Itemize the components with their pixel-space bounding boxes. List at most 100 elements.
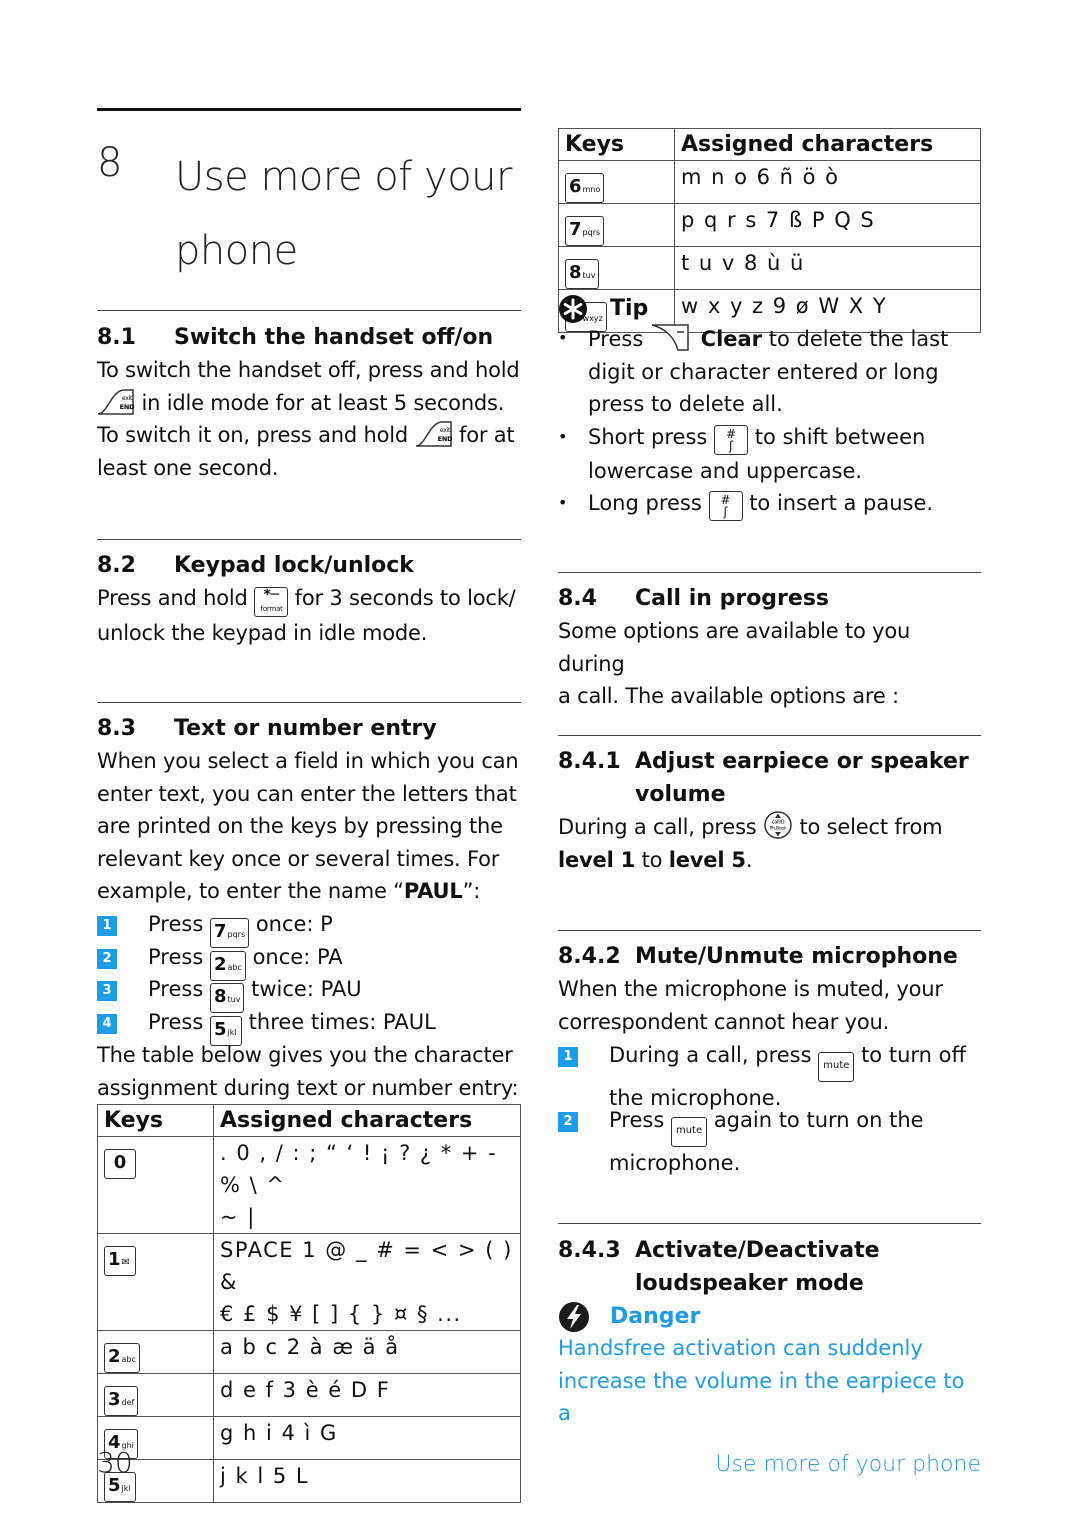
text-line: are printed on the keys by pressing the: [97, 814, 503, 839]
table-row: 0 . 0 , / : ; “ ‘ ! ¡ ? ¿ * + - % \ ^ ~ |: [97, 1136, 521, 1234]
key-letters: pqrs: [582, 228, 601, 237]
section-number: 8.3: [97, 716, 136, 741]
hash-key-icon: # ʃ: [708, 491, 743, 522]
chars-cell: j k l 5 L: [213, 1459, 521, 1503]
chars-cell: t u v 8 ù ü: [674, 246, 981, 290]
section-8-4-1-body: During a call, press callID Ph.Book to s…: [558, 810, 981, 876]
chars-line: . 0 , / : ; “ ‘ ! ¡ ? ¿ * + - % \ ^: [220, 1141, 498, 1197]
text-line: example, to enter the name “PAUL”:: [97, 875, 521, 908]
section-number: 8.4.2: [558, 944, 621, 969]
table-row: 5jkl j k l 5 L: [97, 1459, 521, 1503]
key-letters: jkl: [121, 1484, 131, 1493]
chars-cell: m n o 6 ñ ö ò: [674, 160, 981, 204]
tip-title: Tip: [610, 296, 649, 321]
text-fragment: Press: [148, 977, 204, 1002]
text-fragment: once: PA: [252, 944, 343, 969]
end-key-icon: exit END: [97, 388, 135, 416]
text-fragment: Press: [148, 912, 204, 936]
clear-softkey-icon: [651, 324, 689, 351]
text-fragment: To switch it on, press and hold: [97, 423, 409, 448]
step-item: 2 Press 2abc once: PA: [97, 941, 521, 981]
text-line: When the microphone is muted, your: [558, 977, 943, 1001]
table-row: 3def d e f 3 è é D F: [97, 1373, 521, 1417]
section-rule: [97, 539, 521, 540]
key-digit: 7: [569, 219, 582, 240]
key-digit: 1: [108, 1249, 121, 1270]
key-letters: mno: [582, 185, 601, 194]
text-fragment: .: [745, 847, 753, 872]
step-item: 2 Press mute again to turn on the microph…: [558, 1104, 981, 1175]
table-header-row: Keys Assigned characters: [97, 1104, 521, 1137]
text-fragment: microphone.: [609, 1151, 741, 1176]
key-digit: 7: [213, 921, 227, 942]
key-main-label: *: [263, 587, 271, 603]
column-header-keys: Keys: [97, 1104, 214, 1137]
table-row: 4ghi g h i 4 ì G: [97, 1416, 521, 1460]
footer-section-title: Use more of your phone: [715, 1452, 981, 1477]
text-fragment: again to turn on the: [713, 1108, 924, 1133]
table-intro: The table below gives you the character …: [97, 1039, 521, 1104]
key-sub-label: format: [260, 605, 283, 613]
section-heading-8-4: 8.4 Call in progress: [558, 582, 981, 615]
danger-text: Handsfree activation can suddenly increa…: [558, 1332, 981, 1430]
text-line: Press and hold *─ format for 3 seconds to…: [97, 582, 521, 617]
key-7-icon: 7pqrs: [565, 216, 605, 246]
key-8-icon: 8tuv: [565, 259, 600, 289]
section-title: Keypad lock/unlock: [174, 553, 414, 578]
column-header-keys: Keys: [558, 128, 675, 161]
end-key-icon: exit END: [415, 420, 453, 448]
text-fragment: Press and hold: [97, 586, 248, 610]
chars-cell: p q r s 7 ß P Q S: [674, 203, 981, 247]
section-number: 8.2: [97, 553, 136, 578]
paul-steps: 1 Press 7pqrs once: P 2 Press 2abc once:…: [97, 908, 521, 1046]
key-letters: def: [121, 1398, 135, 1407]
step-number-badge: 2: [97, 948, 117, 969]
text-line: correspondent cannot hear you.: [558, 1009, 890, 1034]
text-line: When you select a field in which you can: [97, 749, 519, 773]
level-min: level 1: [558, 847, 636, 872]
key-digit: 0: [113, 1152, 127, 1173]
text-fragment: to: [641, 847, 663, 872]
key-sub-label: ʃ: [729, 438, 734, 453]
step-item: 1 Press 7pqrs once: P: [97, 908, 521, 948]
section-rule: [97, 702, 521, 703]
key-digit: 3: [108, 1389, 121, 1410]
text-fragment: to insert a pause.: [749, 491, 934, 516]
section-number: 8.4.1: [558, 749, 621, 774]
mute-key-icon: mute: [670, 1117, 708, 1148]
svg-text:exit: exit: [122, 395, 133, 402]
hash-key-icon: # ʃ: [714, 424, 749, 455]
key-digit: 2: [108, 1346, 121, 1367]
section-heading-8-4-3: 8.4.3 Activate/Deactivate loudspeaker mod…: [558, 1234, 981, 1300]
key-cell: 2abc: [97, 1330, 214, 1374]
chapter-top-rule: [97, 108, 521, 111]
text-fragment: Press: [609, 1108, 665, 1133]
example-name: PAUL: [403, 879, 463, 904]
section-rule: [558, 572, 981, 573]
text-line: exit END in idle mode for at least 5 seco…: [97, 387, 521, 420]
text-fragment: example, to enter the name “: [97, 879, 404, 904]
text-line: unlock the keypad in idle mode.: [97, 621, 428, 645]
section-heading-8-4-2: 8.4.2 Mute/Unmute microphone: [558, 940, 981, 973]
key-1-icon: 1✉: [104, 1246, 136, 1276]
text-line: To switch it on, press and hold exit END …: [97, 419, 521, 452]
text-line: increase the volume in the earpiece to a: [558, 1368, 965, 1426]
table-row: 2abc a b c 2 à æ ä å: [97, 1330, 521, 1374]
text-fragment: Long press: [588, 491, 702, 516]
key-letters: jkl: [227, 1027, 237, 1037]
key-cell: 7pqrs: [558, 203, 675, 247]
text-line: a call. The available options are :: [558, 684, 899, 709]
mute-key-icon: mute: [818, 1052, 855, 1082]
right-column: Keys Assigned characters 6mno m n o 6 ñ …: [558, 0, 981, 1425]
chars-line: € £ $ ¥ [ ] { } ¤ § ...: [220, 1302, 462, 1326]
key-digit: 8: [213, 986, 227, 1008]
section-heading-8-2: 8.2 Keypad lock/unlock: [97, 549, 521, 582]
section-number: 8.4: [558, 586, 597, 611]
text-fragment: for at: [459, 423, 515, 448]
section-title: Text or number entry: [174, 716, 437, 741]
section-8-4-2-body: When the microphone is muted, your corre…: [558, 973, 981, 1038]
text-fragment: Short press: [588, 424, 708, 449]
step-number-badge: 1: [558, 1047, 578, 1067]
tip-asterisk-icon: [559, 295, 587, 323]
key-cell: 1✉: [97, 1233, 214, 1331]
